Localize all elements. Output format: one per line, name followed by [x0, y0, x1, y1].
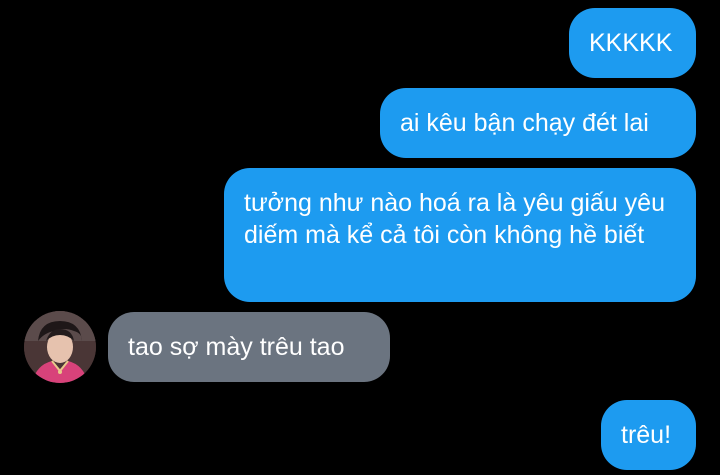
message-text: ai kêu bận chạy đét lai [400, 109, 649, 137]
outgoing-message-bubble[interactable]: KKKKK [569, 8, 696, 78]
message-text: trêu! [621, 421, 672, 449]
contact-avatar[interactable] [24, 311, 96, 383]
outgoing-message-bubble[interactable]: trêu! [601, 400, 696, 470]
outgoing-message-bubble[interactable]: tưởng như nào hoá ra là yêu giấu yêu diế… [224, 168, 696, 302]
message-text: KKKKK [589, 29, 673, 57]
outgoing-message-bubble[interactable]: ai kêu bận chạy đét lai [380, 88, 696, 158]
message-text: tưởng như nào hoá ra là yêu giấu yêu diế… [244, 189, 665, 249]
incoming-message-bubble[interactable]: tao sợ mày trêu tao [108, 312, 390, 382]
message-text: tao sợ mày trêu tao [128, 333, 345, 361]
avatar-photo-icon [24, 311, 96, 383]
